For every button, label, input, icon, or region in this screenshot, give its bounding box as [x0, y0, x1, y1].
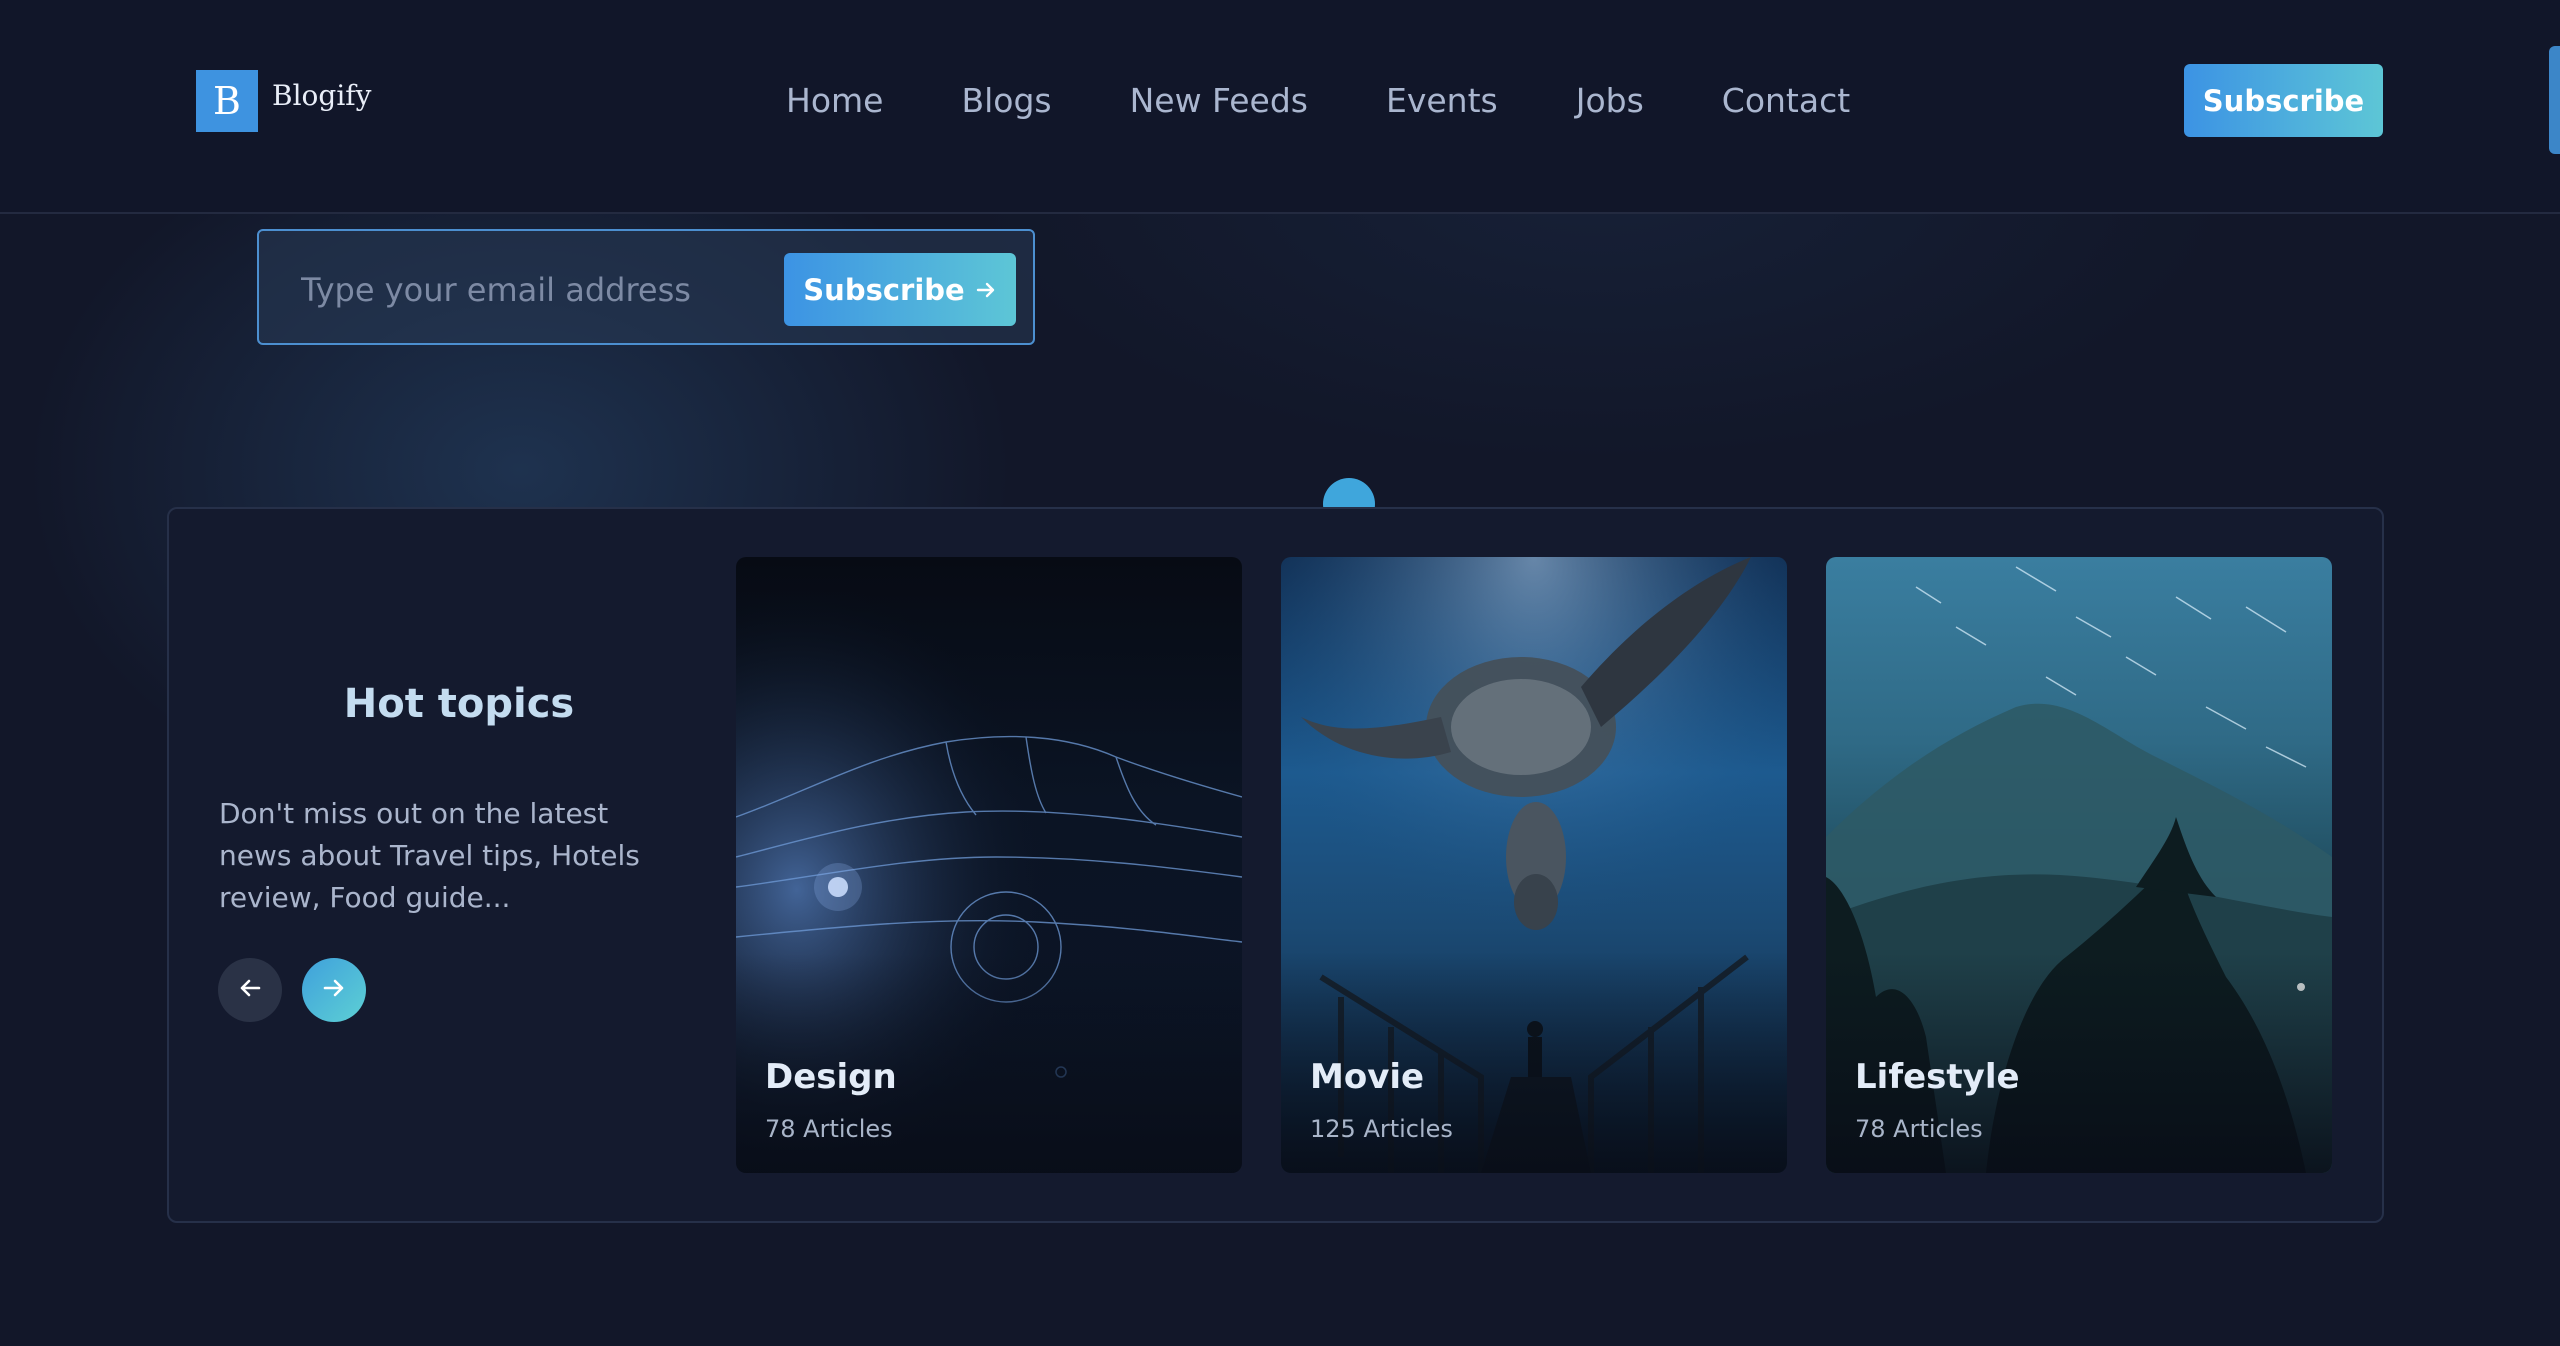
arrow-left-icon	[237, 975, 263, 1005]
newsletter-form: Subscribe	[257, 229, 1035, 345]
nav-jobs[interactable]: Jobs	[1576, 81, 1644, 120]
nav-new-feeds[interactable]: New Feeds	[1130, 81, 1308, 120]
nav-contact[interactable]: Contact	[1722, 81, 1850, 120]
card-article-count: 78 Articles	[1855, 1115, 1983, 1143]
newsletter-subscribe-label: Subscribe	[803, 272, 965, 307]
scrollbar-thumb[interactable]	[2549, 46, 2560, 154]
hot-topics-title: Hot topics	[343, 681, 575, 727]
logo-mark: B	[196, 70, 258, 132]
topic-card-movie[interactable]: Movie 125 Articles	[1281, 557, 1787, 1173]
page: B Blogify Home Blogs New Feeds Events Jo…	[0, 0, 2560, 1346]
brand-name: Blogify	[272, 78, 372, 112]
newsletter-subscribe-button[interactable]: Subscribe	[784, 253, 1016, 326]
topic-card-design[interactable]: Design 78 Articles	[736, 557, 1242, 1173]
nav-blogs[interactable]: Blogs	[961, 81, 1051, 120]
site-header: B Blogify Home Blogs New Feeds Events Jo…	[0, 0, 2560, 214]
card-article-count: 125 Articles	[1310, 1115, 1453, 1143]
arrow-right-icon	[975, 279, 997, 301]
card-title: Movie	[1310, 1057, 1425, 1097]
main-nav: Home Blogs New Feeds Events Jobs Contact	[786, 74, 1850, 126]
nav-home[interactable]: Home	[786, 81, 883, 120]
topic-card-lifestyle[interactable]: Lifestyle 78 Articles	[1826, 557, 2332, 1173]
email-input[interactable]	[299, 261, 723, 319]
brand-logo[interactable]: B Blogify	[196, 70, 371, 132]
carousel-prev-button[interactable]	[218, 958, 282, 1022]
hot-topics-description: Don't miss out on the latest news about …	[219, 797, 640, 914]
card-title: Lifestyle	[1855, 1057, 2020, 1097]
header-subscribe-button[interactable]: Subscribe	[2184, 64, 2383, 137]
card-title: Design	[765, 1057, 897, 1097]
arrow-right-icon	[321, 975, 347, 1005]
carousel-next-button[interactable]	[302, 958, 366, 1022]
nav-events[interactable]: Events	[1386, 81, 1498, 120]
hot-topics-section: Hot topics Don't miss out on the latest …	[167, 507, 2384, 1223]
card-article-count: 78 Articles	[765, 1115, 893, 1143]
